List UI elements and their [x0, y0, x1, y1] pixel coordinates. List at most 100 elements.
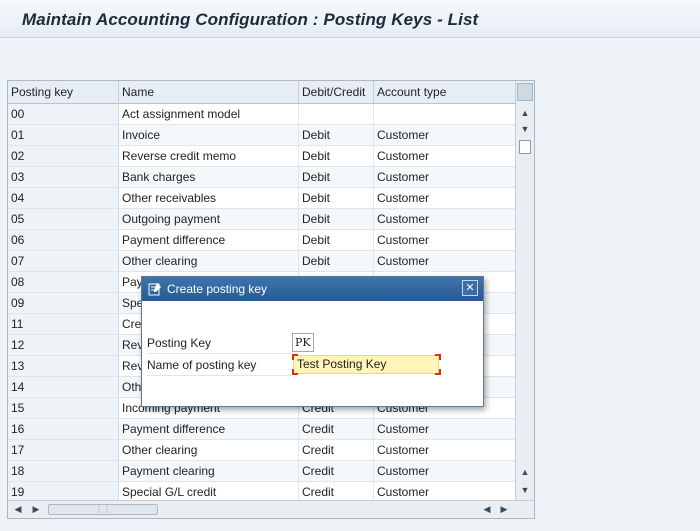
cell-debit-credit: Debit: [299, 188, 374, 208]
cell-account-type: Customer: [377, 128, 430, 142]
cell-account-type: Customer: [377, 443, 430, 457]
table-row[interactable]: 06 Payment difference Debit Customer: [8, 230, 515, 251]
cell-name: Other clearing: [119, 440, 299, 460]
vertical-scroll-thumb[interactable]: [519, 140, 531, 154]
cell-posting-key: 02: [8, 146, 119, 166]
table-header: Posting key Name Debit/Credit Account ty…: [8, 81, 515, 104]
cell-debit-credit: Credit: [299, 461, 374, 481]
horizontal-scrollbar[interactable]: ◀ ▶ ⋮⋮ ◀ ▶: [8, 500, 534, 518]
application-toolbar: [0, 38, 700, 101]
cell-debit-credit: Debit: [299, 146, 374, 166]
label-divider: [147, 353, 292, 354]
posting-key-label: Posting Key: [147, 336, 212, 350]
table-row[interactable]: 07 Other clearing Debit Customer: [8, 251, 515, 272]
cell-debit-credit: Debit: [299, 251, 374, 271]
posting-key-name-input[interactable]: Test Posting Key: [293, 355, 439, 374]
posting-key-input[interactable]: PK: [292, 333, 314, 352]
cell-posting-key: 17: [8, 440, 119, 460]
cell-name: Payment clearing: [119, 461, 299, 481]
cell-account-type: Customer: [377, 170, 430, 184]
table-row[interactable]: 03 Bank charges Debit Customer: [8, 167, 515, 188]
vertical-scrollbar[interactable]: ▲ ▼ ▲ ▼: [515, 81, 534, 500]
table-row[interactable]: 17 Other clearing Credit Customer: [8, 440, 515, 461]
scroll-down-bottom-icon[interactable]: ▼: [516, 482, 534, 498]
scroll-up-icon[interactable]: ▲: [516, 105, 534, 121]
cell-posting-key: 13: [8, 356, 119, 376]
table-row[interactable]: 01 Invoice Debit Customer: [8, 125, 515, 146]
name-of-posting-key-label: Name of posting key: [147, 358, 257, 372]
cell-debit-credit: Credit: [299, 419, 374, 439]
column-header-posting-key[interactable]: Posting key: [8, 81, 119, 104]
cell-name: Act assignment model: [119, 104, 299, 124]
scroll-left-end-icon[interactable]: ◀: [480, 502, 494, 517]
required-marker-icon: [292, 369, 298, 375]
close-icon[interactable]: ✕: [462, 280, 478, 296]
title-bar: Maintain Accounting Configuration : Post…: [0, 0, 700, 38]
scroll-left-icon[interactable]: ◀: [11, 502, 25, 517]
cell-name: Other clearing: [119, 251, 299, 271]
cell-posting-key: 03: [8, 167, 119, 187]
label-divider: [147, 375, 292, 376]
cell-account-type: Customer: [377, 422, 430, 436]
column-header-name[interactable]: Name: [119, 81, 299, 104]
table-row[interactable]: 00 Act assignment model: [8, 104, 515, 125]
cell-posting-key: 06: [8, 230, 119, 250]
column-header-debit-credit[interactable]: Debit/Credit: [299, 81, 374, 104]
dialog-title: Create posting key: [167, 282, 268, 296]
cell-name: Special G/L credit: [119, 482, 299, 500]
cell-debit-credit: Debit: [299, 230, 374, 250]
cell-account-type: Customer: [377, 464, 430, 478]
cell-name: Invoice: [119, 125, 299, 145]
cell-posting-key: 01: [8, 125, 119, 145]
cell-account-type: Customer: [377, 212, 430, 226]
table-row[interactable]: 04 Other receivables Debit Customer: [8, 188, 515, 209]
required-marker-icon: [292, 354, 298, 360]
cell-posting-key: 08: [8, 272, 119, 292]
create-posting-key-dialog: Create posting key ✕ Posting Key PK Name…: [141, 276, 484, 407]
scroll-right-icon[interactable]: ▶: [29, 502, 43, 517]
cell-name: Payment difference: [119, 230, 299, 250]
required-marker-icon: [435, 354, 441, 360]
create-document-icon: [148, 282, 162, 296]
cell-account-type: [374, 104, 515, 124]
cell-posting-key: 05: [8, 209, 119, 229]
cell-debit-credit: Debit: [299, 125, 374, 145]
page-title: Maintain Accounting Configuration : Post…: [22, 10, 479, 29]
scroll-down-icon[interactable]: ▼: [516, 121, 534, 137]
cell-account-type: Customer: [377, 485, 430, 499]
cell-posting-key: 16: [8, 419, 119, 439]
cell-name: Bank charges: [119, 167, 299, 187]
table-row[interactable]: 05 Outgoing payment Debit Customer: [8, 209, 515, 230]
cell-debit-credit: Debit: [299, 209, 374, 229]
cell-posting-key: 04: [8, 188, 119, 208]
cell-name: Payment difference: [119, 419, 299, 439]
cell-posting-key: 11: [8, 314, 119, 334]
column-header-account-type[interactable]: Account type: [374, 81, 515, 104]
cell-posting-key: 00: [8, 104, 119, 124]
cell-account-type: Customer: [377, 149, 430, 163]
table-row[interactable]: 18 Payment clearing Credit Customer: [8, 461, 515, 482]
cell-posting-key: 09: [8, 293, 119, 313]
cell-name: Outgoing payment: [119, 209, 299, 229]
table-row[interactable]: 02 Reverse credit memo Debit Customer: [8, 146, 515, 167]
cell-posting-key: 19: [8, 482, 119, 500]
table-row[interactable]: 16 Payment difference Credit Customer: [8, 419, 515, 440]
column-settings-button[interactable]: [517, 83, 533, 101]
cell-posting-key: 15: [8, 398, 119, 418]
cell-debit-credit: Debit: [299, 167, 374, 187]
horizontal-scroll-thumb[interactable]: ⋮⋮: [48, 504, 158, 515]
dialog-title-bar[interactable]: Create posting key ✕: [142, 277, 483, 301]
cell-name: Reverse credit memo: [119, 146, 299, 166]
cell-debit-credit: [299, 104, 374, 124]
table-row[interactable]: 19 Special G/L credit Credit Customer: [8, 482, 515, 500]
dialog-body: Posting Key PK Name of posting key Test …: [142, 301, 483, 406]
cell-posting-key: 07: [8, 251, 119, 271]
cell-debit-credit: Credit: [299, 440, 374, 460]
cell-posting-key: 12: [8, 335, 119, 355]
scroll-up-bottom-icon[interactable]: ▲: [516, 464, 534, 480]
cell-account-type: Customer: [377, 191, 430, 205]
required-marker-icon: [435, 369, 441, 375]
scroll-right-end-icon[interactable]: ▶: [497, 502, 511, 517]
cell-debit-credit: Credit: [299, 482, 374, 500]
cell-posting-key: 14: [8, 377, 119, 397]
